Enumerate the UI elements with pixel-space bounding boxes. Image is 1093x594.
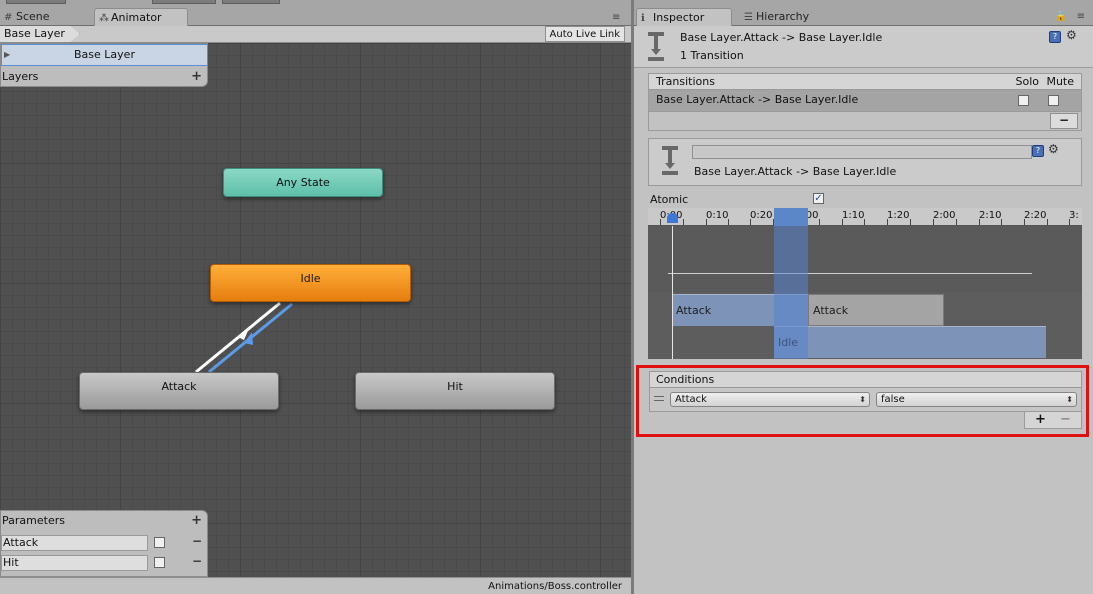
tick-label: 0:20 <box>750 210 773 221</box>
transition-duration-handle[interactable] <box>774 208 808 226</box>
timeline-curve-area <box>648 226 1082 292</box>
transitions-list-footer: − <box>648 112 1082 131</box>
transition-blend-region[interactable] <box>774 208 808 359</box>
parameters-panel: Parameters + Attack − Hit − <box>0 510 208 577</box>
remove-parameter-button[interactable]: − <box>192 554 202 568</box>
parameters-header: Parameters + <box>1 511 208 532</box>
clip-attack-continued: Attack <box>808 294 944 326</box>
animator-window: # Scene ⁂ Animator ≡ Base Layer Auto Live … <box>0 0 631 594</box>
state-hit[interactable]: Hit <box>355 372 555 410</box>
inspector-header: Base Layer.Attack -> Base Layer.Idle 1 T… <box>634 26 1093 68</box>
status-bar: Animations/Boss.controller <box>0 577 631 594</box>
tick-label: 1:20 <box>887 210 910 221</box>
transition-idle-to-attack[interactable] <box>195 301 281 374</box>
auto-live-link-button[interactable]: Auto Live Link <box>544 26 625 42</box>
timeline-playhead[interactable] <box>672 226 673 359</box>
list-icon: ☰ <box>744 12 753 23</box>
animator-icon: ⁂ <box>99 13 109 24</box>
parameter-bool-checkbox[interactable] <box>154 557 165 568</box>
help-icon[interactable]: ? <box>1049 31 1061 43</box>
atomic-label: Atomic <box>650 193 689 206</box>
parameter-row: Hit − <box>1 553 208 573</box>
atomic-checkbox[interactable]: ✓ <box>813 193 824 204</box>
breadcrumb[interactable]: Base Layer <box>0 26 80 42</box>
state-attack[interactable]: Attack <box>79 372 279 410</box>
left-tab-bar: # Scene ⁂ Animator ≡ <box>0 0 631 26</box>
lock-icon[interactable]: 🔒 <box>1055 11 1067 22</box>
tick-label: 2:10 <box>979 210 1002 221</box>
transition-timeline[interactable]: 0:00 0:10 0:20 1:00 1:10 1:20 2:00 2:10 … <box>648 208 1082 359</box>
tick-label: 2:00 <box>933 210 956 221</box>
add-layer-button[interactable]: + <box>191 68 202 86</box>
tab-hierarchy[interactable]: ☰ Hierarchy <box>740 8 817 26</box>
tab-scene[interactable]: # Scene <box>0 8 58 26</box>
transition-name-field[interactable] <box>692 145 1032 159</box>
tick-label: 2:20 <box>1024 210 1047 221</box>
parameter-row: Attack − <box>1 533 208 553</box>
graph-toolbar: Base Layer Auto Live Link <box>0 26 631 43</box>
tick-label: 3: <box>1069 210 1079 221</box>
solo-column-header: Solo <box>1015 75 1040 88</box>
toolbar-stub <box>222 0 280 4</box>
parameter-name-field[interactable]: Hit <box>1 555 148 571</box>
tab-menu-icon[interactable]: ≡ <box>1077 11 1085 22</box>
toolbar-stub <box>152 0 216 4</box>
grid-icon: # <box>4 12 13 23</box>
controller-path: Animations/Boss.controller <box>488 581 622 592</box>
toolbar-stub <box>6 0 66 4</box>
state-any-state[interactable]: Any State <box>223 168 383 197</box>
parameter-bool-checkbox[interactable] <box>154 537 165 548</box>
layer-row-base-layer[interactable]: ▶ Base Layer <box>1 44 208 66</box>
inspector-title: Base Layer.Attack -> Base Layer.Idle <box>680 31 883 44</box>
inspector-window: ℹ Inspector ☰ Hierarchy 🔒 ≡ Base Layer.Att… <box>634 0 1093 594</box>
timeline-curve <box>668 273 1032 274</box>
add-parameter-button[interactable]: + <box>191 511 202 531</box>
transition-detail-title: Base Layer.Attack -> Base Layer.Idle <box>694 165 897 178</box>
tick-label: 1:10 <box>842 210 865 221</box>
mute-column-header: Mute <box>1046 75 1074 88</box>
solo-checkbox[interactable] <box>1018 95 1029 106</box>
right-tab-bar: ℹ Inspector ☰ Hierarchy 🔒 ≡ <box>634 0 1093 26</box>
transition-row[interactable]: Base Layer.Attack -> Base Layer.Idle <box>648 90 1082 112</box>
tick-label: 0:10 <box>706 210 729 221</box>
play-triangle-icon: ▶ <box>4 50 11 59</box>
info-icon: ℹ <box>641 13 645 24</box>
state-machine-graph[interactable]: Any State Idle Attack Hit ▶ Base Layer L… <box>0 43 631 577</box>
gear-icon[interactable]: ⚙ <box>1048 142 1059 156</box>
timeline-ruler: 0:00 0:10 0:20 1:00 1:10 1:20 2:00 2:10 … <box>648 208 1082 226</box>
highlight-box <box>636 365 1089 437</box>
transitions-list-header: Transitions Solo Mute <box>648 73 1082 90</box>
help-icon[interactable]: ? <box>1032 145 1044 157</box>
layers-header: Layers + <box>2 68 202 86</box>
tab-inspector[interactable]: ℹ Inspector <box>636 8 732 26</box>
remove-parameter-button[interactable]: − <box>192 534 202 548</box>
state-idle[interactable]: Idle <box>210 264 411 302</box>
transition-icon <box>647 32 665 62</box>
inspector-subtitle: 1 Transition <box>680 49 744 62</box>
layers-panel: ▶ Base Layer Layers + <box>0 43 208 87</box>
mute-checkbox[interactable] <box>1048 95 1059 106</box>
playhead-marker-icon[interactable] <box>667 213 678 223</box>
transition-detail: ? ⚙ Base Layer.Attack -> Base Layer.Idle <box>648 138 1082 186</box>
transition-icon <box>661 146 679 176</box>
gear-icon[interactable]: ⚙ <box>1066 28 1077 42</box>
transition-arrows <box>195 301 293 374</box>
tab-animator[interactable]: ⁂ Animator <box>94 8 188 26</box>
tab-menu-icon[interactable]: ≡ <box>612 12 620 23</box>
clip-idle-destination[interactable]: Idle <box>774 326 1046 358</box>
parameter-name-field[interactable]: Attack <box>1 535 148 551</box>
transitions-list: Transitions Solo Mute Base Layer.Attack … <box>648 73 1082 132</box>
remove-transition-button[interactable]: − <box>1050 113 1078 129</box>
